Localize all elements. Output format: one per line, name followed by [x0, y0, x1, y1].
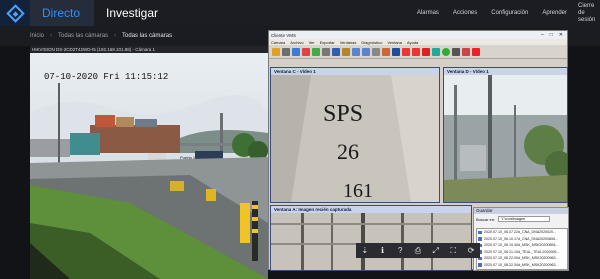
- record-icon[interactable]: [302, 47, 310, 56]
- pane-c[interactable]: Ventana C - Vídeo 1 SPS 26 161: [270, 67, 440, 203]
- plate-line-1: SPS: [323, 101, 363, 127]
- breadcrumb-separator: ›: [50, 33, 53, 39]
- breadcrumb-separator: ›: [114, 33, 117, 39]
- cancel-icon[interactable]: [472, 47, 480, 56]
- play-icon[interactable]: [312, 47, 320, 56]
- vms-client-window[interactable]: Cliente VMS – □ ✕ Cámara Archivo Ver Exp…: [268, 30, 573, 271]
- pane-d-image: [444, 75, 573, 202]
- window-toolbar: [269, 45, 567, 59]
- expand-icon[interactable]: ⛶: [447, 245, 459, 257]
- pane-a[interactable]: Ventana A: Imagen recién capturada: [270, 205, 472, 271]
- breadcrumb-current: Todas las cámaras: [122, 33, 173, 39]
- print-icon[interactable]: [322, 47, 330, 56]
- status-green-icon[interactable]: [442, 47, 450, 56]
- menu-item[interactable]: Ayuda: [407, 40, 418, 45]
- breadcrumb-inicio[interactable]: Inicio: [30, 33, 44, 39]
- pane-d-title: Ventana D - Vídeo 1: [444, 68, 567, 75]
- tab-investigar[interactable]: Investigar: [94, 0, 174, 26]
- stop-icon[interactable]: [422, 47, 430, 56]
- undo-icon[interactable]: [352, 47, 360, 56]
- camera-view[interactable]: HIKVISION DS-2CD2T42WD-I5 (192.168.101.8…: [30, 46, 268, 279]
- tool-icon[interactable]: [342, 47, 350, 56]
- nav-alarmas[interactable]: Alarmas: [410, 10, 446, 16]
- app-logo[interactable]: [0, 0, 30, 26]
- close-icon[interactable]: ✕: [559, 32, 563, 38]
- save-dialog[interactable]: Guardar Buscar en: Y:\contimagen 2020.07…: [473, 207, 569, 271]
- save-folder-select[interactable]: Y:\contimagen: [498, 216, 551, 222]
- minimize-icon[interactable]: –: [541, 32, 544, 38]
- grid-icon[interactable]: [382, 47, 390, 56]
- nav-acciones[interactable]: Acciones: [446, 10, 484, 16]
- delete-icon[interactable]: [462, 47, 470, 56]
- tab-directo[interactable]: Directo: [30, 0, 94, 26]
- plate-line-3: 161: [343, 180, 373, 202]
- zoom-icon[interactable]: [372, 47, 380, 56]
- menu-item[interactable]: Ver: [309, 40, 315, 45]
- menu-item[interactable]: Exportar: [320, 40, 335, 45]
- plate-line-2: 26: [337, 139, 359, 164]
- nav-cierre-sesion[interactable]: Cierre de sesión: [574, 3, 600, 24]
- menu-item[interactable]: Cámara: [271, 40, 285, 45]
- pane-c-title: Ventana C - Vídeo 1: [271, 68, 439, 75]
- logo-icon: [5, 3, 25, 23]
- refresh-icon[interactable]: [432, 47, 440, 56]
- monitor-icon[interactable]: [332, 47, 340, 56]
- pane-a-title: Ventana A: Imagen recién capturada: [271, 206, 471, 213]
- fullscreen-icon[interactable]: ⤢: [430, 245, 442, 257]
- top-navigation: Directo Investigar Alarmas Acciones Conf…: [0, 0, 600, 26]
- pane-d[interactable]: Ventana D - Vídeo 1: [443, 67, 573, 203]
- folder-icon[interactable]: [272, 47, 280, 56]
- pane-a-image: [271, 213, 471, 270]
- nav-aprender[interactable]: Aprender: [535, 10, 574, 16]
- maximize-icon[interactable]: □: [550, 32, 553, 38]
- redo-icon[interactable]: [362, 47, 370, 56]
- export-icon[interactable]: ⎙: [412, 245, 424, 257]
- breadcrumb-todas-camaras[interactable]: Todas las cámaras: [58, 33, 108, 39]
- layout-icon[interactable]: [392, 47, 400, 56]
- menu-item[interactable]: Ventana: [387, 40, 402, 45]
- window-titlebar[interactable]: Cliente VMS – □ ✕: [269, 31, 567, 39]
- camera-feed-image: 07-10-2020 Fri 11:15:12 Puerta 1: [30, 53, 268, 279]
- alert-icon[interactable]: [402, 47, 410, 56]
- window-title: Cliente VMS: [271, 32, 297, 38]
- info-icon[interactable]: ℹ: [377, 245, 389, 257]
- save-location-row: Buscar en: Y:\contimagen: [474, 214, 568, 224]
- pane-c-image: SPS 26 161: [271, 75, 439, 202]
- menu-item[interactable]: Diagnóstico: [361, 40, 382, 45]
- save-icon[interactable]: [292, 47, 300, 56]
- app-root: Directo Investigar Alarmas Acciones Conf…: [0, 0, 600, 279]
- top-right-menu: Alarmas Acciones Configuración Aprender …: [410, 0, 600, 26]
- player-controls: ⇣ ℹ ? ⎙ ⤢ ⛶ ⟳: [356, 243, 480, 258]
- save-file-list[interactable]: 2020.07.10_06.07.22d_CNA_DNA2020020... 2…: [476, 228, 568, 270]
- file-item[interactable]: 2020.07.10_08.22.34d_MSK_MSK20200963...: [477, 262, 567, 269]
- help-icon[interactable]: ?: [394, 245, 406, 257]
- menu-item[interactable]: Ventanas: [340, 40, 357, 45]
- refresh-icon[interactable]: ⟳: [465, 245, 477, 257]
- menu-item[interactable]: Archivo: [290, 40, 303, 45]
- lock-icon[interactable]: [452, 47, 460, 56]
- camera-timestamp: 07-10-2020 Fri 11:15:12: [44, 72, 168, 82]
- nav-configuracion[interactable]: Configuración: [484, 10, 535, 16]
- pin-icon[interactable]: ⇣: [359, 245, 371, 257]
- camera-header: HIKVISION DS-2CD2T42WD-I5 (192.168.101.8…: [30, 46, 268, 53]
- warning-icon[interactable]: [412, 47, 420, 56]
- location-label: Puerta 1: [180, 155, 196, 160]
- save-location-label: Buscar en:: [476, 216, 496, 222]
- camera-icon[interactable]: [282, 47, 290, 56]
